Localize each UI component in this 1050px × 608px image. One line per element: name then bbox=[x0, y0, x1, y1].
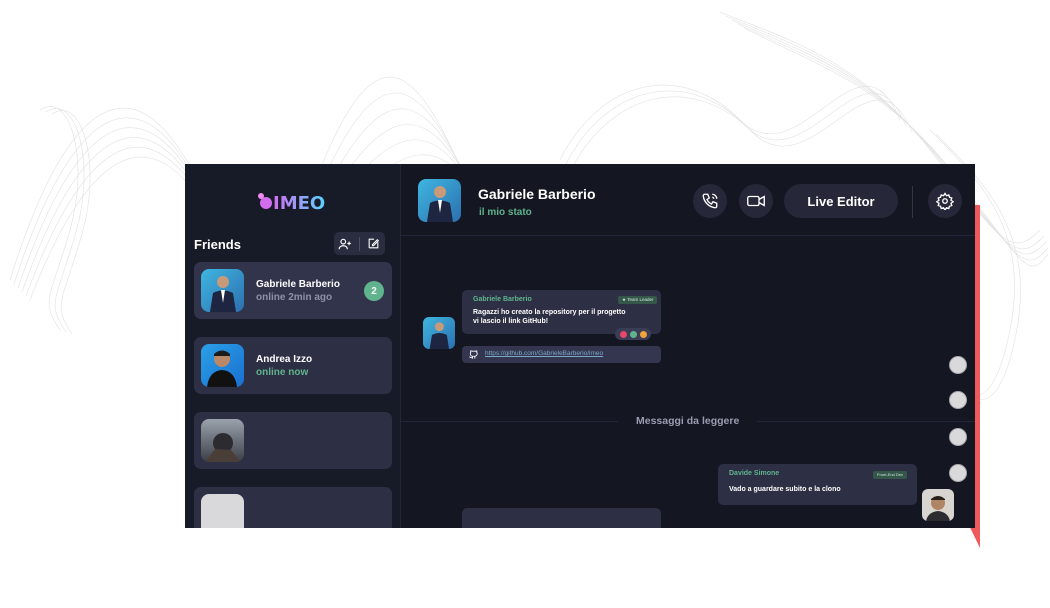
contact-name: Gabriele Barberio bbox=[478, 186, 596, 202]
add-user-icon bbox=[338, 238, 352, 249]
message-bubble[interactable] bbox=[462, 508, 661, 528]
message-text: vi lascio il link GitHub! bbox=[473, 318, 549, 325]
carousel-dot[interactable] bbox=[949, 356, 967, 374]
friend-item[interactable] bbox=[194, 487, 392, 528]
role-badge: ★ Team Leader bbox=[618, 296, 658, 304]
svg-text:IMEO: IMEO bbox=[273, 193, 325, 214]
live-editor-button[interactable]: Live Editor bbox=[784, 184, 898, 218]
role-badge: Front-End Dev bbox=[873, 471, 908, 479]
unread-badge: 2 bbox=[364, 281, 384, 301]
video-call-button[interactable] bbox=[739, 184, 773, 218]
settings-button[interactable] bbox=[928, 184, 962, 218]
friend-item-gabriele[interactable]: Gabriele Barberio online 2min ago 2 bbox=[194, 262, 392, 319]
avatar-placeholder bbox=[201, 494, 244, 528]
message-author: Gabriele Barberio bbox=[473, 296, 532, 303]
message-avatar bbox=[423, 317, 455, 349]
contact-avatar[interactable] bbox=[418, 179, 461, 222]
github-link[interactable]: https://github.com/GabrieleBarberio/imeo bbox=[485, 350, 603, 357]
message-avatar bbox=[922, 489, 954, 521]
contact-status: il mio stato bbox=[479, 207, 532, 218]
voice-call-button[interactable] bbox=[693, 184, 727, 218]
video-camera-icon bbox=[747, 195, 765, 207]
friends-title: Friends bbox=[194, 237, 241, 252]
sidebar: IMEO Friends Gabriele Barberio online 2m… bbox=[185, 164, 401, 528]
check-icon[interactable] bbox=[629, 330, 637, 338]
message-text: Ragazzi ho creato la repository per il p… bbox=[473, 309, 626, 316]
chat-app-window: IMEO Friends Gabriele Barberio online 2m… bbox=[185, 164, 975, 528]
add-friend-button[interactable] bbox=[336, 235, 354, 253]
avatar bbox=[201, 419, 244, 462]
message-bubble[interactable]: Davide Simone Front-End Dev Vado a guard… bbox=[718, 464, 917, 505]
avatar bbox=[201, 269, 244, 312]
friend-name: Gabriele Barberio bbox=[256, 279, 340, 290]
friend-status: online 2min ago bbox=[256, 292, 333, 303]
friend-name: Andrea Izzo bbox=[256, 354, 313, 365]
carousel-dot[interactable] bbox=[949, 391, 967, 409]
friends-actions bbox=[334, 232, 385, 255]
link-preview[interactable]: https://github.com/GabrieleBarberio/imeo bbox=[462, 346, 661, 363]
header-divider bbox=[912, 186, 913, 218]
carousel-dot[interactable] bbox=[949, 464, 967, 482]
heart-icon[interactable] bbox=[619, 330, 627, 338]
message-author: Davide Simone bbox=[729, 470, 780, 477]
phone-call-icon bbox=[702, 193, 718, 209]
carousel-dot[interactable] bbox=[949, 428, 967, 446]
message-reactions[interactable] bbox=[615, 328, 651, 340]
friend-status: online now bbox=[256, 367, 309, 378]
friend-item[interactable] bbox=[194, 412, 392, 469]
message-text: Vado a guardare subito e la clono bbox=[729, 486, 841, 493]
friend-item-andrea[interactable]: Andrea Izzo online now bbox=[194, 337, 392, 394]
imeo-logo: IMEO bbox=[258, 193, 325, 214]
actions-separator bbox=[358, 236, 360, 251]
gear-icon bbox=[936, 192, 954, 210]
chat-header: Gabriele Barberio il mio stato Live Edit… bbox=[401, 164, 975, 236]
unread-divider-label: Messaggi da leggere bbox=[618, 415, 758, 427]
avatar bbox=[201, 344, 244, 387]
compose-button[interactable] bbox=[365, 235, 383, 253]
edit-icon bbox=[368, 238, 380, 249]
github-icon bbox=[469, 350, 478, 359]
thumbs-up-icon[interactable] bbox=[639, 330, 647, 338]
